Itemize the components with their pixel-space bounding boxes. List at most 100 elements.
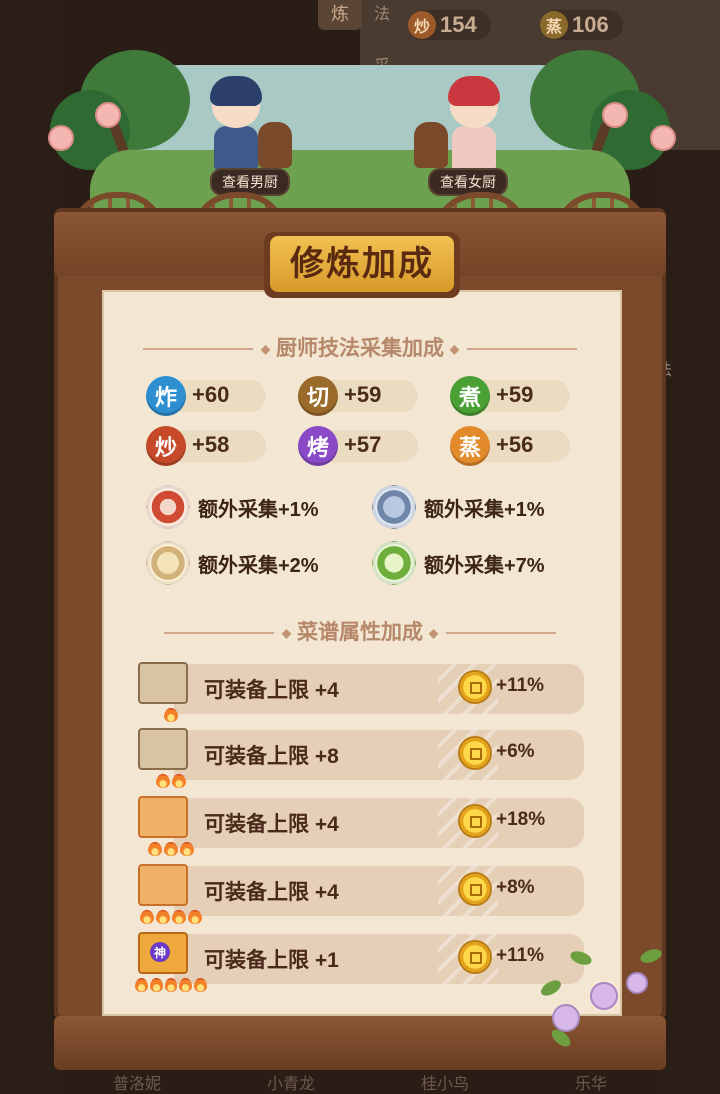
divider — [163, 632, 274, 635]
garden-header: 查看男厨 查看女厨 — [30, 30, 690, 236]
divider — [467, 348, 578, 351]
fire-icon — [194, 978, 207, 992]
flower-icon — [602, 102, 628, 128]
fry-icon: 炸 — [146, 376, 186, 416]
stir-fry-icon: 炒 — [146, 426, 186, 466]
fire-rating — [134, 774, 208, 788]
skill-value: +58 — [192, 432, 230, 457]
skill-roast: 烤 +57 — [298, 426, 418, 466]
fire-icon — [164, 842, 178, 856]
recipe-label: 可装备上限 +4 — [204, 813, 339, 836]
diamond-icon: ◆ — [281, 626, 292, 641]
boil-icon: 煮 — [450, 376, 490, 416]
flower-vine — [530, 942, 680, 1072]
fire-icon — [148, 842, 162, 856]
scroll-roll — [138, 728, 188, 770]
scroll-roll — [138, 662, 188, 704]
recipe-row: 神 可装备上限 +1 +11% — [134, 930, 584, 992]
chef-name[interactable]: 桂小鸟 — [421, 1070, 469, 1093]
steam-icon: 蒸 — [450, 426, 490, 466]
fire-icon — [135, 978, 148, 992]
fire-rating — [134, 978, 208, 992]
leaf-icon — [568, 948, 594, 968]
coin-icon — [460, 672, 490, 702]
background-tab[interactable]: 炼 — [318, 0, 362, 30]
extra-collect-fish: 额外采集+1% — [372, 484, 545, 530]
recipe-label: 可装备上限 +1 — [204, 949, 339, 972]
leaf-icon — [538, 977, 564, 999]
chef-hair — [448, 76, 500, 106]
divider — [446, 632, 557, 635]
diamond-icon: ◆ — [428, 626, 439, 641]
flower-icon — [626, 972, 648, 994]
chef-name[interactable]: 普洛妮 — [113, 1070, 161, 1093]
roast-icon: 烤 — [298, 426, 338, 466]
cabbage-icon — [372, 541, 416, 585]
recipe-label: 可装备上限 +4 — [204, 881, 339, 904]
recipe-section-header: ◆ 菜谱属性加成 ◆ — [102, 616, 618, 646]
female-chef-avatar[interactable] — [440, 70, 510, 180]
recipe-scroll-icon — [134, 862, 188, 914]
recipe-bonus: +8% — [496, 877, 535, 898]
chef-hair — [210, 76, 262, 106]
coin-icon — [460, 874, 490, 904]
background-label: 法 — [374, 6, 391, 23]
diamond-icon: ◆ — [260, 342, 271, 357]
fire-icon — [156, 774, 170, 788]
leaf-icon — [638, 946, 664, 966]
extra-collect-text: 额外采集+2% — [198, 554, 319, 577]
skill-value: +56 — [496, 432, 534, 457]
fish-icon — [372, 485, 416, 529]
chef-body — [452, 126, 496, 170]
skills-section-header: ◆ 厨师技法采集加成 ◆ — [102, 332, 618, 362]
flower-icon — [95, 102, 121, 128]
skill-stir-fry: 炒 +58 — [146, 426, 266, 466]
fire-icon — [156, 910, 170, 924]
wooden-horse-icon — [258, 122, 292, 168]
extra-collect-text: 额外采集+1% — [198, 498, 319, 521]
fire-icon — [164, 978, 178, 992]
fire-icon — [179, 978, 193, 992]
recipe-scroll-icon — [134, 726, 188, 778]
cut-icon: 切 — [298, 376, 338, 416]
diamond-icon: ◆ — [449, 342, 460, 357]
extra-collect-text: 额外采集+7% — [424, 554, 545, 577]
recipe-row: 可装备上限 +4 +18% — [134, 794, 584, 856]
skill-cut: 切 +59 — [298, 376, 418, 416]
skills-section-title: 厨师技法采集加成 — [276, 337, 444, 360]
recipe-bonus: +18% — [496, 809, 546, 830]
skill-fry: 炸 +60 — [146, 376, 266, 416]
fire-rating — [134, 842, 208, 856]
fire-rating — [134, 910, 208, 924]
flower-icon — [650, 125, 676, 151]
extra-collect-text: 额外采集+1% — [424, 498, 545, 521]
flower-icon — [48, 125, 74, 151]
divider — [142, 348, 253, 351]
chef-body — [214, 126, 258, 170]
skill-value: +57 — [344, 432, 382, 457]
page-title: 修炼加成 — [270, 236, 454, 292]
flower-icon — [552, 1004, 580, 1032]
extra-collect-meat: 额外采集+1% — [146, 484, 319, 530]
recipe-label: 可装备上限 +4 — [204, 679, 339, 702]
flour-icon — [146, 541, 190, 585]
coin-icon — [460, 738, 490, 768]
recipe-bonus: +11% — [496, 675, 545, 696]
recipe-label: 可装备上限 +8 — [204, 745, 339, 768]
extra-collect-cabbage: 额外采集+7% — [372, 540, 545, 586]
chef-name[interactable]: 小青龙 — [267, 1070, 315, 1093]
recipe-bonus: +6% — [496, 741, 535, 762]
fire-icon — [140, 910, 154, 924]
flower-icon — [590, 982, 618, 1010]
chef-name[interactable]: 乐华 — [575, 1070, 607, 1093]
fire-icon — [172, 774, 186, 788]
scroll-roll — [138, 796, 188, 838]
fire-icon — [172, 910, 186, 924]
meat-icon — [146, 485, 190, 529]
recipe-scroll-icon — [134, 794, 188, 846]
fire-icon — [164, 708, 178, 722]
scroll-roll — [138, 864, 188, 906]
recipe-scroll-icon: 神 — [134, 930, 188, 982]
skill-value: +59 — [496, 382, 534, 407]
coin-icon — [460, 942, 490, 972]
